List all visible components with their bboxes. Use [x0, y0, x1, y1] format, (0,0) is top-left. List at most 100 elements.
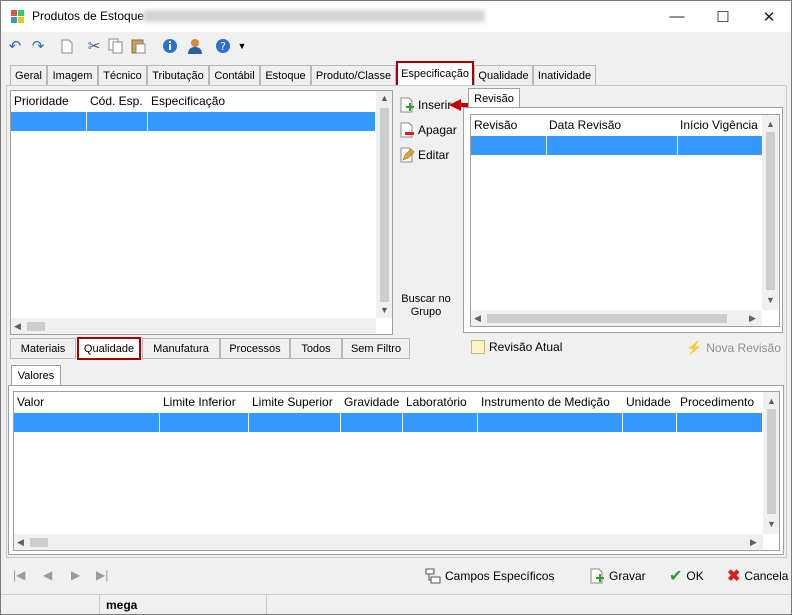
- subtab-todos[interactable]: Todos: [290, 338, 342, 359]
- subtab-manufatura[interactable]: Manufatura: [142, 338, 220, 359]
- scroll-left-icon[interactable]: ◀: [14, 321, 21, 332]
- scroll-up-icon[interactable]: ▲: [767, 396, 776, 406]
- tab-geral[interactable]: Geral: [10, 65, 47, 85]
- scroll-thumb[interactable]: [27, 322, 45, 331]
- col-especificacao[interactable]: Especificação: [148, 91, 348, 111]
- status-user: mega: [106, 598, 138, 612]
- tab-tecnico[interactable]: Técnico: [98, 65, 147, 85]
- col-limite-superior[interactable]: Limite Superior: [249, 392, 341, 412]
- subtab-materiais[interactable]: Materiais: [10, 338, 76, 359]
- tab-valores[interactable]: Valores: [11, 365, 61, 386]
- new-document-icon[interactable]: [58, 37, 76, 55]
- scroll-thumb[interactable]: [30, 538, 48, 547]
- tab-produto-classe[interactable]: Produto/Classe: [311, 65, 396, 85]
- scroll-left-icon[interactable]: ◀: [474, 313, 481, 324]
- tab-revisao[interactable]: Revisão: [468, 88, 520, 108]
- next-record-icon[interactable]: ▶: [71, 568, 80, 582]
- subtab-qualidade[interactable]: Qualidade: [77, 337, 141, 360]
- col-prioridade[interactable]: Prioridade: [11, 91, 87, 111]
- ok-button[interactable]: ✔ OK: [669, 566, 704, 586]
- redo-icon[interactable]: ↷: [29, 37, 47, 55]
- col-laboratorio[interactable]: Laboratório: [403, 392, 478, 412]
- tab-tributacao[interactable]: Tributação: [147, 65, 209, 85]
- scroll-up-icon[interactable]: ▲: [766, 119, 775, 129]
- col-gravidade[interactable]: Gravidade: [341, 392, 403, 412]
- editar-button[interactable]: Editar: [399, 145, 449, 165]
- copy-icon[interactable]: [107, 37, 125, 55]
- dropdown-arrow-icon[interactable]: ▼: [233, 37, 251, 55]
- scroll-down-icon[interactable]: ▼: [380, 305, 389, 315]
- minimize-button[interactable]: —: [654, 1, 700, 32]
- scroll-right-icon[interactable]: ▶: [750, 537, 757, 548]
- spec-horizontal-scrollbar[interactable]: ◀: [11, 318, 376, 334]
- specification-grid[interactable]: Prioridade Cód. Esp. Especificação ▲ ▼ ◀: [10, 90, 393, 335]
- close-button[interactable]: ✕: [746, 1, 792, 32]
- col-instrumento[interactable]: Instrumento de Medição: [478, 392, 623, 412]
- scroll-thumb[interactable]: [380, 108, 389, 302]
- tab-qualidade[interactable]: Qualidade: [474, 65, 533, 85]
- cancela-button[interactable]: ✖ Cancela: [727, 566, 788, 586]
- table-row[interactable]: [471, 136, 762, 155]
- tab-inatividade[interactable]: Inatividade: [533, 65, 596, 85]
- valores-grid[interactable]: Valor Limite Inferior Limite Superior Gr…: [13, 391, 780, 551]
- scroll-down-icon[interactable]: ▼: [767, 519, 776, 529]
- subtab-label: Qualidade: [83, 342, 135, 355]
- ok-label: OK: [686, 569, 704, 583]
- user-icon[interactable]: [186, 37, 204, 55]
- spec-vertical-scrollbar[interactable]: ▲ ▼: [376, 91, 392, 318]
- apagar-button[interactable]: Apagar: [399, 120, 457, 140]
- undo-icon[interactable]: ↶: [6, 37, 24, 55]
- scroll-thumb[interactable]: [766, 132, 775, 290]
- maximize-button[interactable]: ☐: [700, 1, 746, 32]
- apagar-label: Apagar: [418, 123, 457, 137]
- scroll-right-icon[interactable]: ▶: [749, 313, 756, 324]
- tab-label: Técnico: [103, 69, 142, 82]
- tab-especificacao[interactable]: Especificação: [396, 61, 474, 85]
- col-limite-inferior[interactable]: Limite Inferior: [160, 392, 249, 412]
- subtab-sem-filtro[interactable]: Sem Filtro: [342, 338, 410, 359]
- minimize-icon: —: [669, 8, 685, 25]
- col-revisao[interactable]: Revisão: [471, 115, 546, 135]
- campos-especificos-button[interactable]: Campos Específicos: [425, 566, 554, 586]
- scroll-down-icon[interactable]: ▼: [766, 295, 775, 305]
- revisao-horizontal-scrollbar[interactable]: ◀ ▶: [471, 310, 762, 326]
- fields-icon: [425, 568, 441, 584]
- nova-revisao-button[interactable]: ⚡ Nova Revisão: [686, 340, 781, 356]
- nova-revisao-label: Nova Revisão: [706, 341, 781, 355]
- col-inicio-vigencia[interactable]: Início Vigência: [677, 115, 767, 135]
- tab-contabil[interactable]: Contábil: [209, 65, 260, 85]
- revisao-grid[interactable]: Revisão Data Revisão Início Vigência ▲ ▼…: [470, 114, 780, 327]
- tab-imagem[interactable]: Imagem: [47, 65, 98, 85]
- help-icon[interactable]: ?: [214, 37, 232, 55]
- subtab-processos[interactable]: Processos: [220, 338, 290, 359]
- col-procedimento[interactable]: Procedimento: [677, 392, 763, 412]
- scroll-thumb[interactable]: [487, 314, 727, 323]
- table-row[interactable]: [11, 112, 375, 131]
- col-valor[interactable]: Valor: [14, 392, 160, 412]
- revisao-vertical-scrollbar[interactable]: ▲ ▼: [762, 115, 779, 310]
- col-data-revisao[interactable]: Data Revisão: [546, 115, 677, 135]
- table-row[interactable]: [14, 413, 762, 432]
- col-unidade[interactable]: Unidade: [623, 392, 677, 412]
- tab-label: Produto/Classe: [315, 69, 392, 82]
- last-record-icon[interactable]: ▶|: [96, 568, 108, 582]
- buscar-no-grupo-button[interactable]: Buscar no Grupo: [397, 293, 455, 319]
- valores-horizontal-scrollbar[interactable]: ◀ ▶: [14, 534, 763, 550]
- col-cod-esp[interactable]: Cód. Esp.: [87, 91, 148, 111]
- spec-grid-header: Prioridade Cód. Esp. Especificação: [11, 91, 348, 111]
- gravar-button[interactable]: Gravar: [589, 566, 646, 586]
- tab-estoque[interactable]: Estoque: [260, 65, 311, 85]
- scroll-up-icon[interactable]: ▲: [380, 93, 389, 103]
- tab-label: Valores: [17, 370, 55, 382]
- revisao-atual-button[interactable]: Revisão Atual: [471, 340, 562, 354]
- cut-icon[interactable]: ✂: [85, 37, 103, 55]
- maximize-icon: ☐: [716, 8, 730, 26]
- paste-icon[interactable]: [129, 37, 147, 55]
- inserir-button[interactable]: Inserir: [399, 95, 451, 115]
- first-record-icon[interactable]: |◀: [13, 568, 25, 582]
- scroll-left-icon[interactable]: ◀: [17, 537, 24, 548]
- valores-vertical-scrollbar[interactable]: ▲ ▼: [763, 392, 779, 534]
- info-icon[interactable]: [161, 37, 179, 55]
- previous-record-icon[interactable]: ◀: [43, 568, 52, 582]
- scroll-thumb[interactable]: [767, 409, 776, 514]
